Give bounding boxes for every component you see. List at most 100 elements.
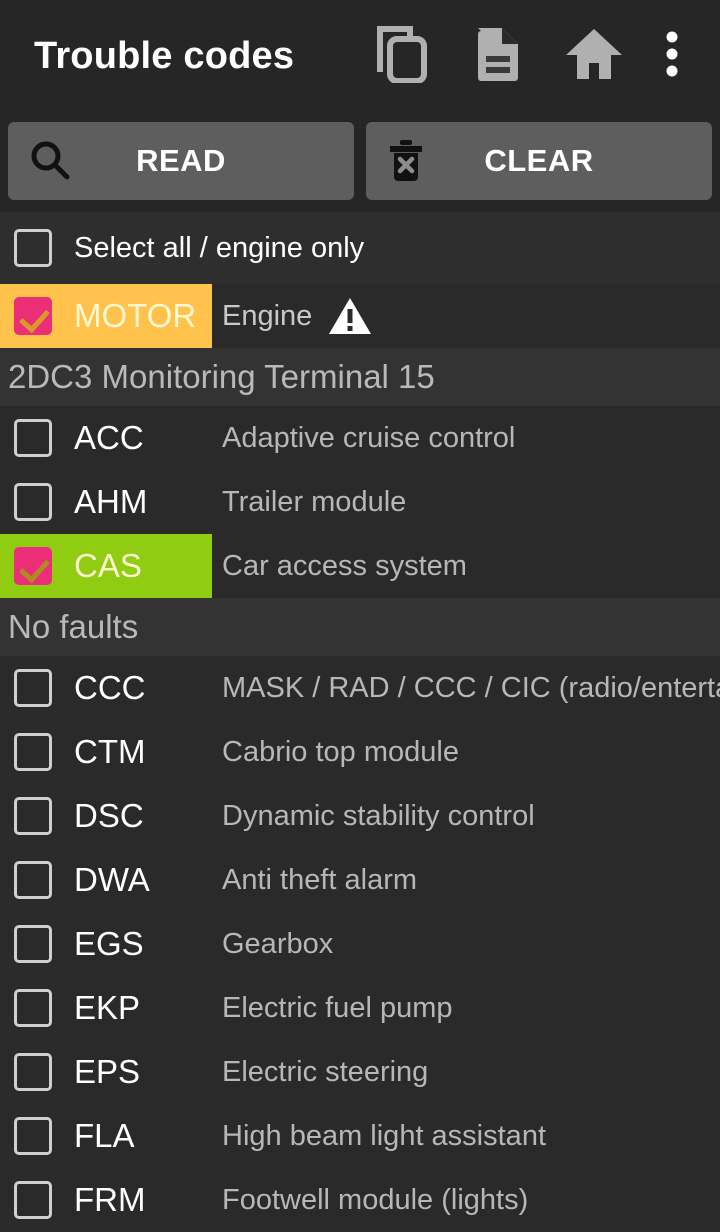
- module-row[interactable]: EGS Gearbox: [0, 912, 720, 976]
- module-tag[interactable]: ACC: [0, 406, 212, 470]
- module-row[interactable]: EKP Electric fuel pump: [0, 976, 720, 1040]
- module-row[interactable]: EPS Electric steering: [0, 1040, 720, 1104]
- module-tag[interactable]: EPS: [0, 1040, 212, 1104]
- module-description-wrap: MASK / RAD / CCC / CIC (radio/entertainm…: [212, 672, 720, 705]
- module-description-wrap: Electric fuel pump: [212, 992, 720, 1025]
- module-description-wrap: Car access system: [212, 550, 720, 583]
- module-tag[interactable]: EGS: [0, 912, 212, 976]
- module-description: Gearbox: [222, 927, 334, 960]
- select-all-row[interactable]: Select all / engine only: [0, 212, 720, 284]
- module-checkbox[interactable]: [14, 861, 52, 899]
- module-checkbox[interactable]: [14, 989, 52, 1027]
- fault-status-row: No faults: [0, 598, 720, 656]
- module-description: Engine: [222, 299, 313, 332]
- select-all-label: Select all / engine only: [74, 231, 365, 264]
- fault-status-text: No faults: [8, 608, 139, 645]
- module-tag[interactable]: AHM: [0, 470, 212, 534]
- module-description-wrap: Trailer module: [212, 486, 720, 519]
- module-checkbox[interactable]: [14, 547, 52, 585]
- read-button[interactable]: READ: [8, 122, 354, 200]
- trash-delete-icon: [386, 138, 426, 184]
- module-abbreviation: EGS: [74, 925, 144, 962]
- module-description: Trailer module: [222, 485, 407, 518]
- module-row[interactable]: AHM Trailer module: [0, 470, 720, 534]
- module-description-wrap: Engine: [212, 296, 720, 336]
- select-all-checkbox[interactable]: [14, 229, 52, 267]
- action-bar: READ CLEAR: [0, 112, 720, 212]
- module-tag[interactable]: FRM: [0, 1168, 212, 1232]
- module-row[interactable]: MOTOR Engine: [0, 284, 720, 348]
- module-row[interactable]: CCC MASK / RAD / CCC / CIC (radio/enterta…: [0, 656, 720, 720]
- module-tag[interactable]: FLA: [0, 1104, 212, 1168]
- module-abbreviation: FLA: [74, 1117, 135, 1154]
- fault-status-row: 2DC3 Monitoring Terminal 15: [0, 348, 720, 406]
- module-description: Footwell module (lights): [222, 1183, 529, 1216]
- module-checkbox[interactable]: [14, 925, 52, 963]
- module-description: Anti theft alarm: [222, 863, 418, 896]
- fault-status-text: 2DC3 Monitoring Terminal 15: [8, 358, 435, 395]
- page-title: Trouble codes: [34, 34, 295, 77]
- module-description: Electric steering: [222, 1055, 429, 1088]
- module-checkbox[interactable]: [14, 733, 52, 771]
- module-abbreviation: AHM: [74, 483, 148, 520]
- module-abbreviation: CAS: [74, 547, 142, 584]
- module-description: Electric fuel pump: [222, 991, 453, 1024]
- document-icon: [474, 25, 522, 88]
- app-bar: Trouble codes: [0, 0, 720, 112]
- module-description: MASK / RAD / CCC / CIC (radio/entertainm…: [222, 671, 720, 704]
- module-description-wrap: Anti theft alarm: [212, 864, 720, 897]
- copy-button[interactable]: [354, 8, 450, 104]
- report-button[interactable]: [450, 8, 546, 104]
- warning-icon: [328, 296, 372, 336]
- module-abbreviation: FRM: [74, 1181, 146, 1218]
- module-tag[interactable]: EKP: [0, 976, 212, 1040]
- copy-icon: [376, 25, 428, 88]
- module-tag[interactable]: DWA: [0, 848, 212, 912]
- home-button[interactable]: [546, 8, 642, 104]
- module-tag[interactable]: CCC: [0, 656, 212, 720]
- module-abbreviation: EKP: [74, 989, 141, 1026]
- module-checkbox[interactable]: [14, 483, 52, 521]
- module-row[interactable]: CTM Cabrio top module: [0, 720, 720, 784]
- module-row[interactable]: DSC Dynamic stability control: [0, 784, 720, 848]
- module-tag[interactable]: MOTOR: [0, 284, 212, 348]
- module-abbreviation: DSC: [74, 797, 144, 834]
- module-description-wrap: Dynamic stability control: [212, 800, 720, 833]
- overflow-menu-button[interactable]: [642, 8, 702, 104]
- module-row[interactable]: FLA High beam light assistant: [0, 1104, 720, 1168]
- module-description: High beam light assistant: [222, 1119, 546, 1152]
- clear-button[interactable]: CLEAR: [366, 122, 712, 200]
- module-row[interactable]: CAS Car access system: [0, 534, 720, 598]
- module-checkbox[interactable]: [14, 1181, 52, 1219]
- module-checkbox[interactable]: [14, 297, 52, 335]
- module-abbreviation: CCC: [74, 669, 146, 706]
- app-bar-actions: [354, 8, 702, 104]
- module-description: Dynamic stability control: [222, 799, 535, 832]
- module-row[interactable]: ACC Adaptive cruise control: [0, 406, 720, 470]
- module-checkbox[interactable]: [14, 419, 52, 457]
- module-tag[interactable]: CTM: [0, 720, 212, 784]
- module-checkbox[interactable]: [14, 797, 52, 835]
- module-description-wrap: Cabrio top module: [212, 736, 720, 769]
- module-description-wrap: Footwell module (lights): [212, 1184, 720, 1217]
- module-description-wrap: High beam light assistant: [212, 1120, 720, 1153]
- module-abbreviation: DWA: [74, 861, 150, 898]
- trouble-codes-screen: Trouble codes READ CLEAR Select all / en…: [0, 0, 720, 1232]
- module-row[interactable]: DWA Anti theft alarm: [0, 848, 720, 912]
- module-description: Adaptive cruise control: [222, 421, 516, 454]
- module-list[interactable]: MOTOR Engine 2DC3 Monitoring Terminal 15 AC…: [0, 284, 720, 1232]
- module-checkbox[interactable]: [14, 1117, 52, 1155]
- module-row[interactable]: FRM Footwell module (lights): [0, 1168, 720, 1232]
- module-description-wrap: Electric steering: [212, 1056, 720, 1089]
- module-abbreviation: ACC: [74, 419, 144, 456]
- module-description: Car access system: [222, 549, 467, 582]
- module-checkbox[interactable]: [14, 669, 52, 707]
- module-tag[interactable]: DSC: [0, 784, 212, 848]
- module-tag[interactable]: CAS: [0, 534, 212, 598]
- module-checkbox[interactable]: [14, 1053, 52, 1091]
- module-abbreviation: MOTOR: [74, 297, 197, 334]
- module-abbreviation: EPS: [74, 1053, 141, 1090]
- overflow-menu-icon: [666, 31, 678, 82]
- module-description-wrap: Gearbox: [212, 928, 720, 961]
- module-description: Cabrio top module: [222, 735, 459, 768]
